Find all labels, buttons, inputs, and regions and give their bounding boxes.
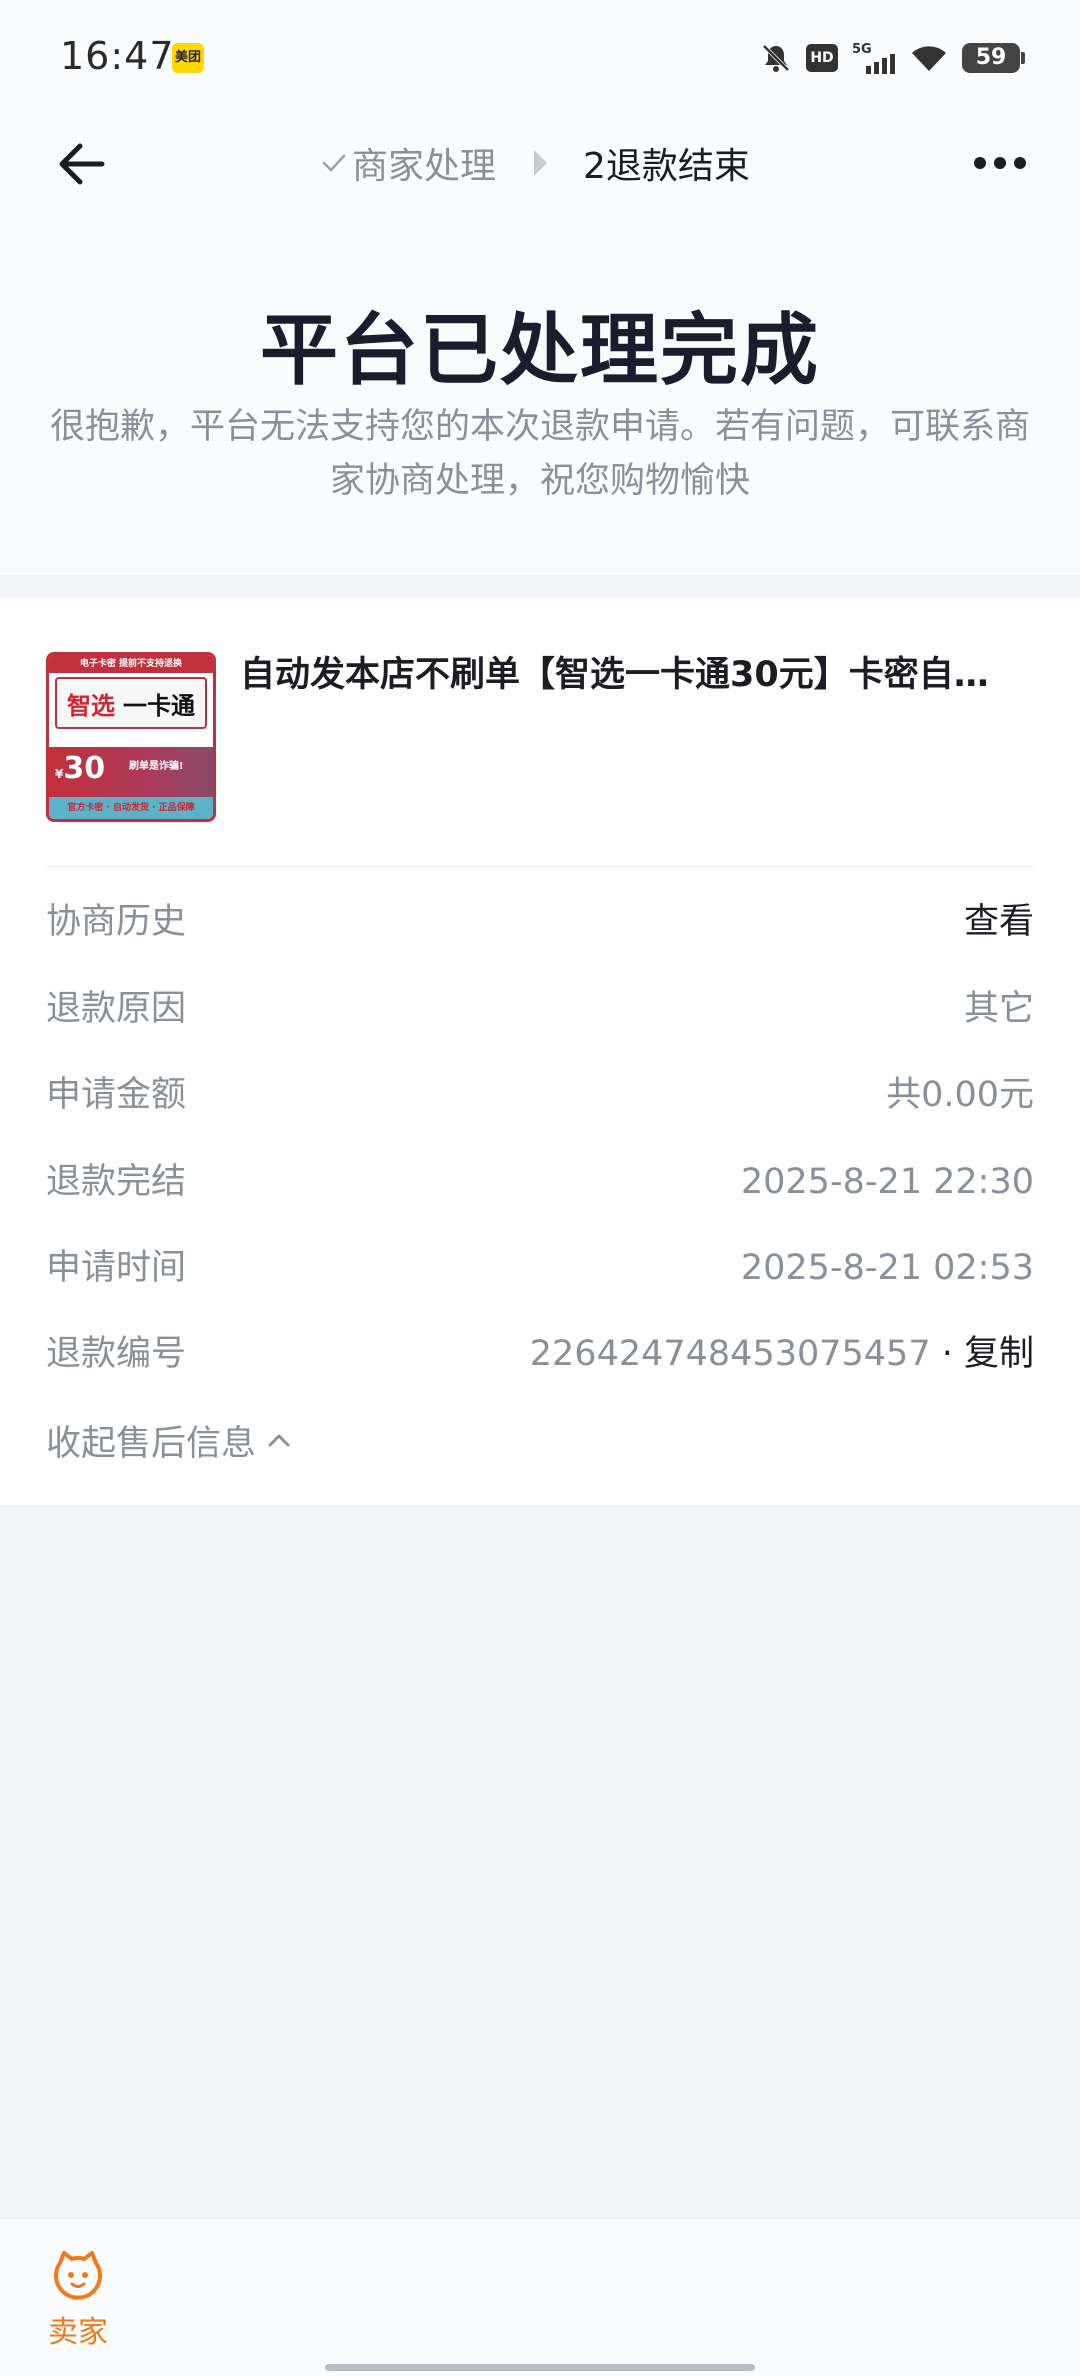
info-value: 2025-8-21 22:30 bbox=[740, 1162, 1034, 1202]
status-bar: 16:47 美团 HD 5G 59 bbox=[0, 0, 1080, 118]
info-label: 退款编号 bbox=[46, 1334, 187, 1374]
refund-progress: 商家处理 2退款结束 bbox=[320, 138, 750, 188]
signal-5g-icon: 5G bbox=[852, 42, 895, 74]
collapse-label: 收起售后信息 bbox=[46, 1423, 257, 1464]
wifi-icon bbox=[912, 46, 946, 71]
more-dot bbox=[994, 157, 1006, 169]
meituan-app-icon: 美团 bbox=[172, 43, 204, 73]
thumb-top-text: 电子卡密 提前不支持退换 bbox=[49, 655, 213, 673]
nav-bar: 商家处理 2退款结束 bbox=[0, 118, 1080, 210]
step-arrow-icon bbox=[534, 150, 548, 176]
copy-button[interactable]: · 复制 bbox=[942, 1334, 1034, 1374]
refund-reason-row: 退款原因 其它 bbox=[46, 979, 1034, 1039]
product-thumbnail[interactable]: 电子卡密 提前不支持退换 智选 一卡通 ¥30 刷单是诈骗! 官方卡密 · 自动… bbox=[46, 652, 216, 822]
collapse-after-sale-info[interactable]: 收起售后信息 bbox=[46, 1410, 294, 1470]
hd-icon: HD bbox=[806, 44, 838, 72]
info-value: 2025-8-21 02:53 bbox=[740, 1248, 1034, 1288]
divider bbox=[46, 866, 1034, 867]
seller-label: 卖家 bbox=[48, 2315, 108, 2350]
info-label: 申请金额 bbox=[46, 1075, 187, 1115]
home-indicator[interactable] bbox=[325, 2364, 755, 2371]
check-icon bbox=[322, 154, 346, 172]
after-sale-card: 电子卡密 提前不支持退换 智选 一卡通 ¥30 刷单是诈骗! 官方卡密 · 自动… bbox=[0, 598, 1080, 1505]
status-icons: HD 5G 59 bbox=[760, 38, 1025, 78]
back-button[interactable] bbox=[52, 134, 112, 194]
more-button[interactable] bbox=[970, 148, 1030, 178]
step-refund-end: 2退款结束 bbox=[583, 146, 750, 187]
step-merchant-processing: 商家处理 bbox=[352, 146, 497, 187]
svg-text:5G: 5G bbox=[852, 42, 872, 57]
thumb-price: ¥30 bbox=[55, 751, 106, 786]
view-history-link[interactable]: 查看 bbox=[964, 892, 1034, 952]
refund-completed-row: 退款完结 2025-8-21 22:30 bbox=[46, 1152, 1034, 1212]
info-label: 协商历史 bbox=[46, 902, 187, 942]
info-value: 共0.00元 bbox=[886, 1075, 1034, 1115]
more-dot bbox=[974, 157, 986, 169]
thumb-brand-black: 一卡通 bbox=[123, 691, 195, 720]
result-description: 很抱歉，平台无法支持您的本次退款申请。若有问题，可联系商家协商处理，祝您购物愉快 bbox=[50, 407, 1031, 501]
thumb-brand-red: 智选 bbox=[67, 691, 115, 720]
chevron-up-icon bbox=[268, 1434, 290, 1447]
info-label: 退款原因 bbox=[46, 989, 187, 1029]
status-time: 16:47 bbox=[60, 34, 175, 78]
bottom-bar: 卖家 bbox=[0, 2218, 1080, 2376]
info-label: 申请时间 bbox=[46, 1248, 187, 1288]
refund-number-value: 226424748453075457 · 复制 bbox=[530, 1324, 1034, 1384]
more-dot bbox=[1014, 157, 1026, 169]
page-title: 平台已处理完成 bbox=[259, 306, 820, 396]
info-label: 退款完结 bbox=[46, 1162, 187, 1202]
thumb-main: 智选 一卡通 bbox=[55, 677, 207, 729]
seller-avatar-icon bbox=[54, 2251, 102, 2300]
result-header: 平台已处理完成 很抱歉，平台无法支持您的本次退款申请。若有问题，可联系商家协商处… bbox=[0, 210, 1080, 575]
refund-number: 226424748453075457 bbox=[529, 1334, 931, 1374]
thumb-bottom-text: 官方卡密 · 自动发货 · 正品保障 bbox=[49, 797, 213, 819]
product-title[interactable]: 自动发本店不刷单【智选一卡通30元】卡密自动发货 bbox=[240, 650, 1020, 700]
apply-time-row: 申请时间 2025-8-21 02:53 bbox=[46, 1238, 1034, 1298]
seller-tab[interactable]: 卖家 bbox=[40, 2249, 116, 2350]
battery-icon: 59 bbox=[962, 43, 1025, 73]
refund-number-row: 退款编号 226424748453075457 · 复制 bbox=[46, 1324, 1034, 1384]
bell-mute-icon bbox=[762, 44, 790, 72]
arrow-left-icon bbox=[59, 143, 105, 185]
info-value: 其它 bbox=[963, 989, 1034, 1029]
apply-amount-row: 申请金额 共0.00元 bbox=[46, 1065, 1034, 1125]
thumb-band-text: 刷单是诈骗! bbox=[129, 761, 184, 772]
negotiation-history-row[interactable]: 协商历史 查看 bbox=[46, 892, 1034, 952]
